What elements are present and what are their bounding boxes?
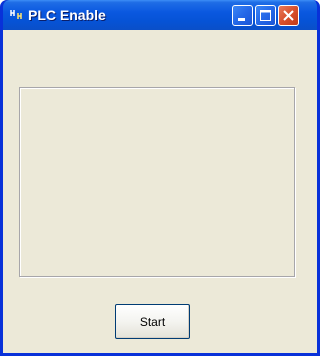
plc-network-icon xyxy=(9,7,25,23)
plc-enable-window: PLC Enable Start xyxy=(0,0,320,356)
maximize-button[interactable] xyxy=(255,5,276,26)
title-bar[interactable]: PLC Enable xyxy=(3,0,317,30)
client-area: Start xyxy=(3,30,317,353)
close-button[interactable] xyxy=(278,5,299,26)
start-button[interactable]: Start xyxy=(115,304,190,339)
output-panel xyxy=(19,87,295,277)
minimize-button[interactable] xyxy=(232,5,253,26)
window-title: PLC Enable xyxy=(28,7,106,23)
